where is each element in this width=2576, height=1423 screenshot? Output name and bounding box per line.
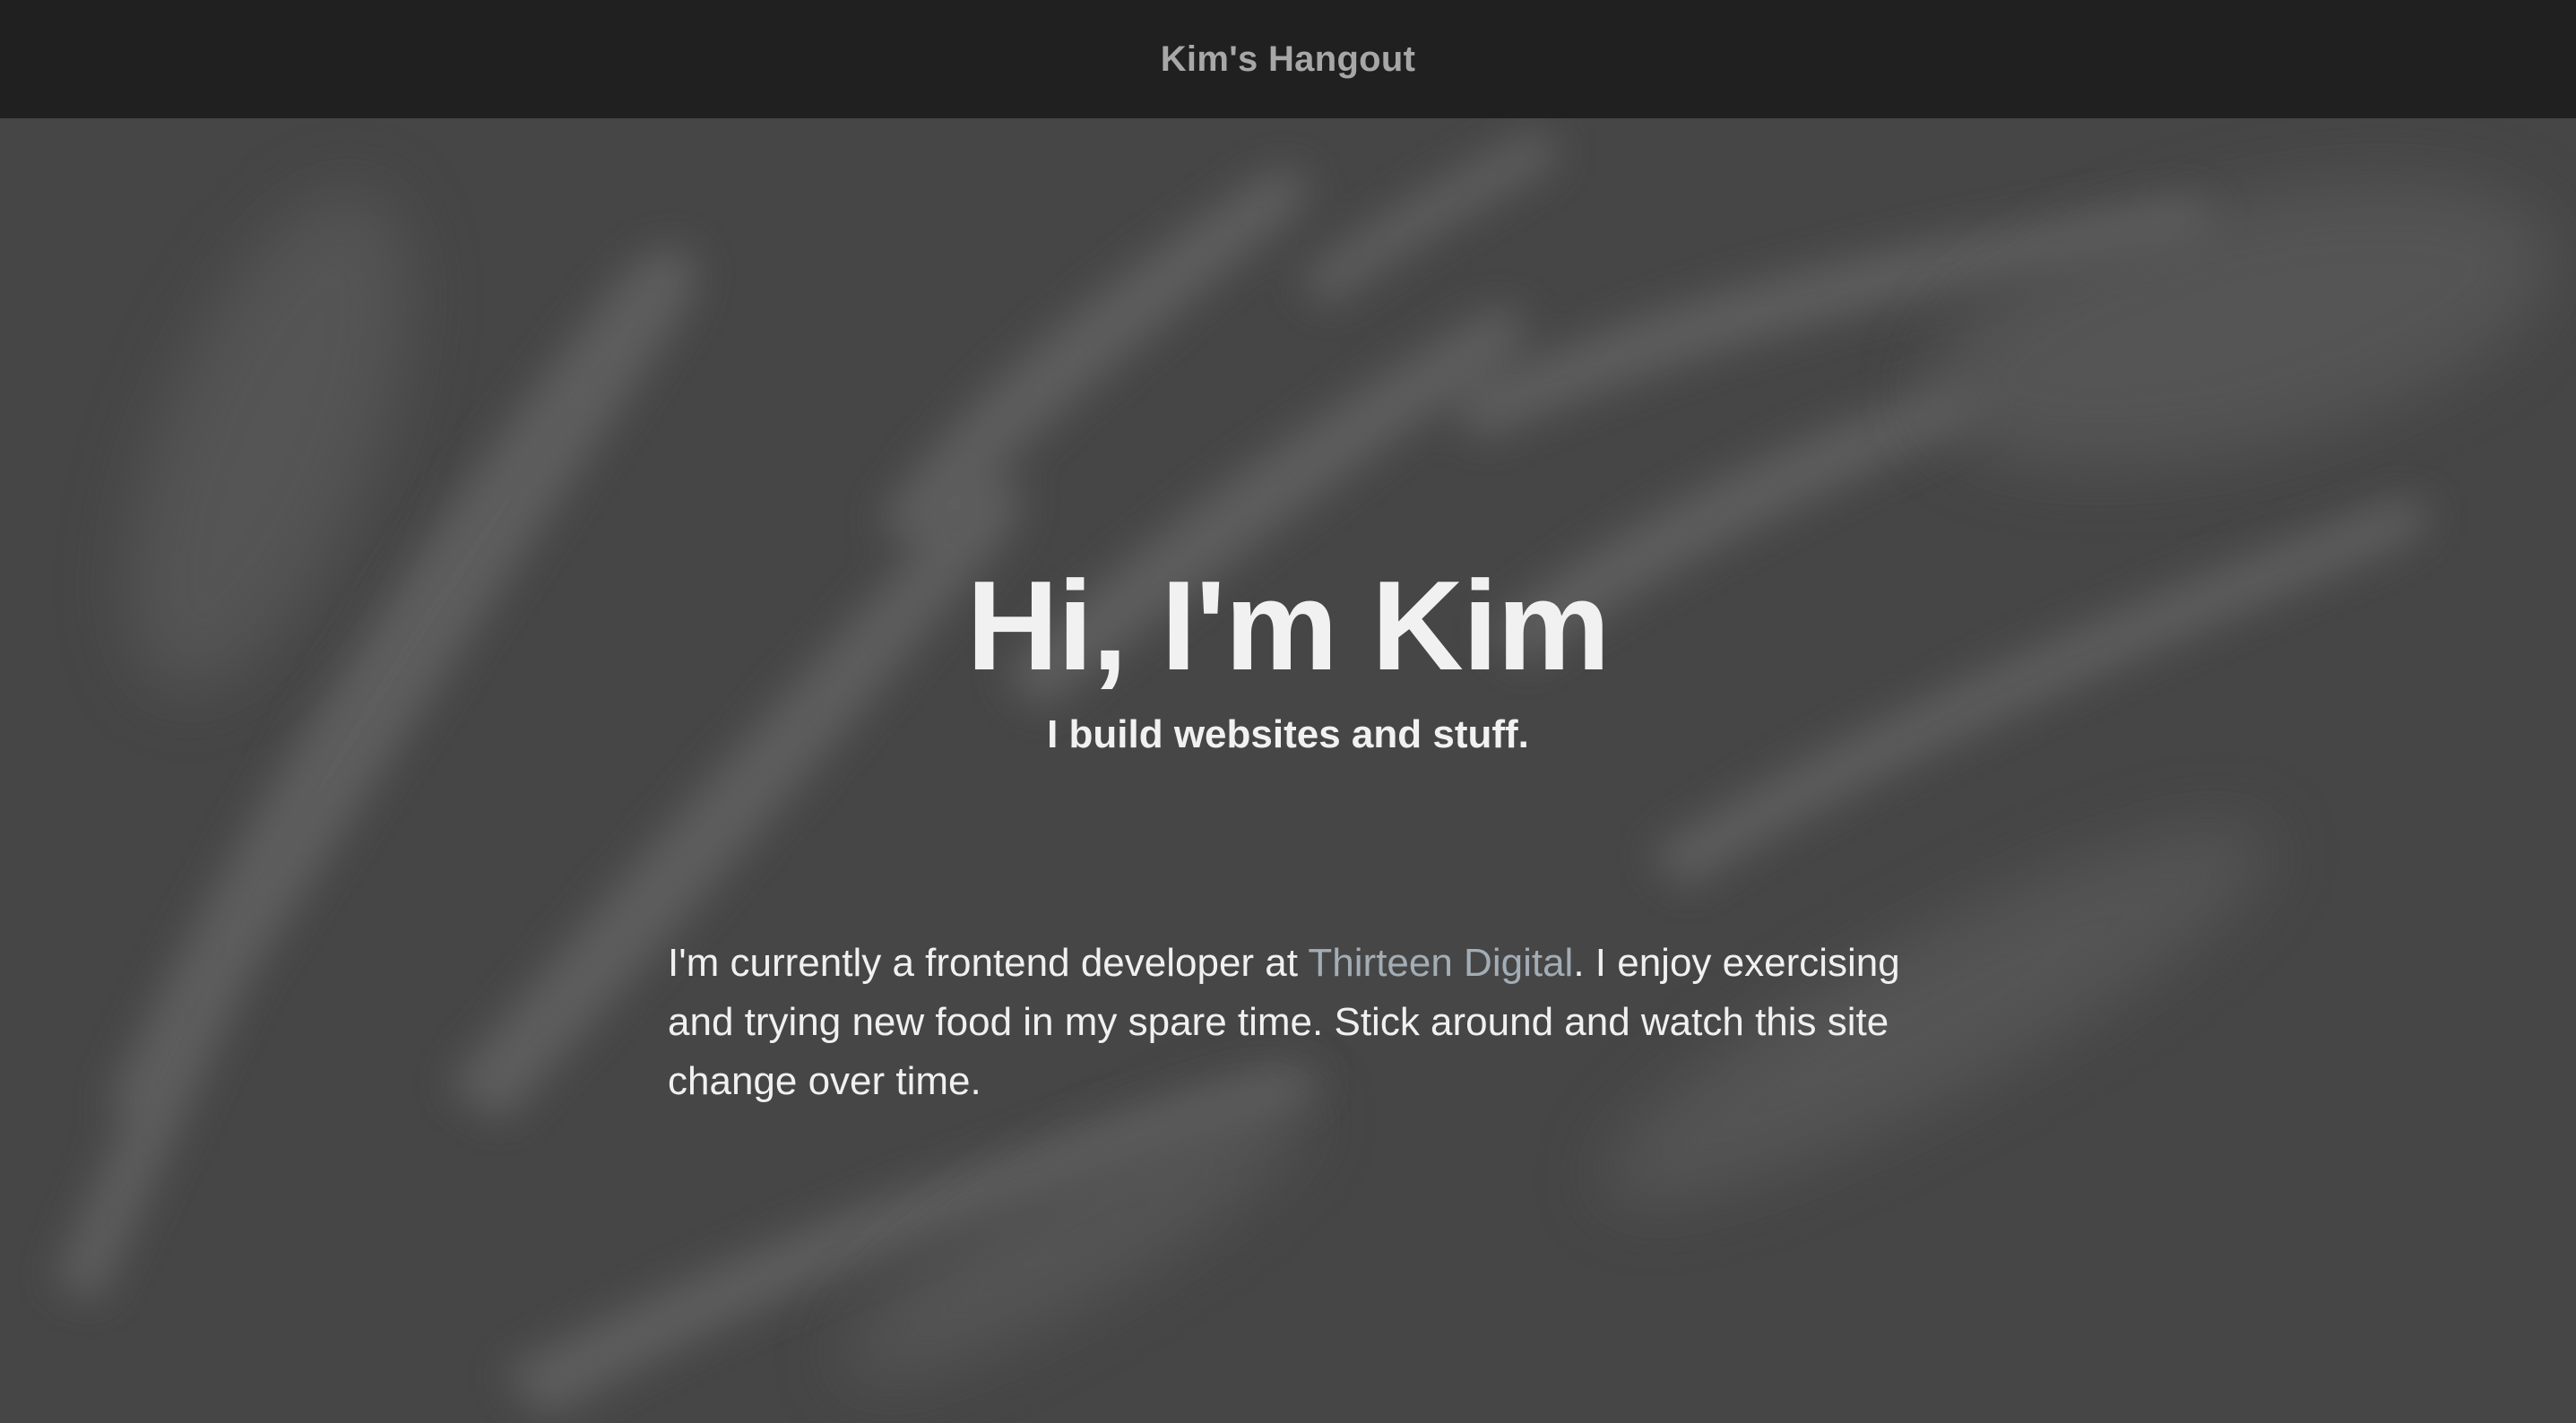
hero-headline: Hi, I'm Kim	[966, 555, 1610, 697]
top-navbar: Kim's Hangout	[0, 0, 2576, 118]
bio-paragraph: I'm currently a frontend developer at Th…	[668, 934, 1905, 1111]
employer-link[interactable]: Thirteen Digital	[1308, 941, 1573, 985]
hero-tagline: I build websites and stuff.	[1047, 712, 1529, 756]
page: Kim's Hangout Hi, I'm Kim I build websit…	[0, 0, 2576, 1423]
hero-section: Hi, I'm Kim I build websites and stuff. …	[0, 118, 2576, 1423]
site-title-link[interactable]: Kim's Hangout	[1161, 39, 1416, 80]
bio-text-before-link: I'm currently a frontend developer at	[668, 941, 1309, 985]
hero-content: Hi, I'm Kim I build websites and stuff. …	[0, 118, 2576, 1423]
